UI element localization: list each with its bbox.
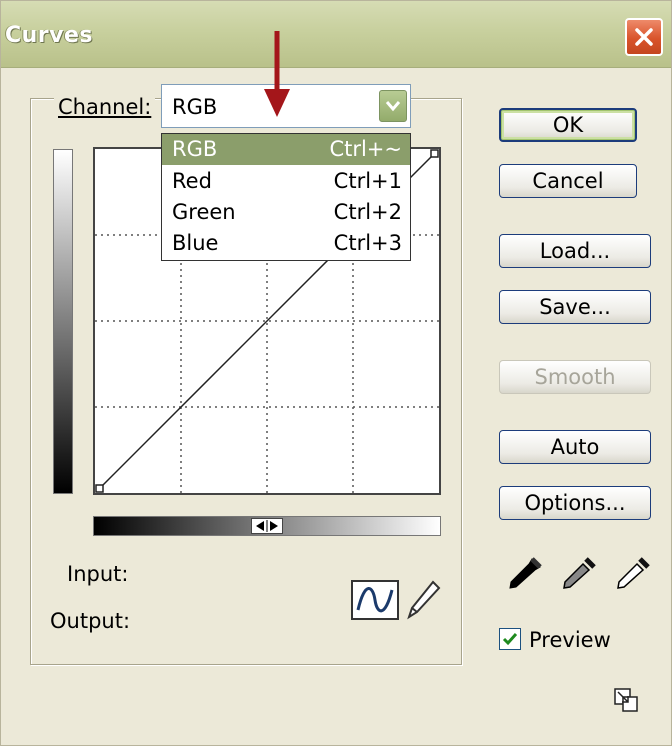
smooth-button-label: Smooth <box>534 365 616 389</box>
smooth-button[interactable]: Smooth <box>499 360 651 394</box>
swap-arrows-icon <box>256 520 278 532</box>
auto-button-label: Auto <box>550 435 600 459</box>
options-button-label: Options... <box>524 491 626 515</box>
preview-label: Preview <box>529 628 611 652</box>
channel-option-label: Blue <box>172 231 219 255</box>
ok-button[interactable]: OK <box>499 108 637 142</box>
black-eyedropper-icon[interactable] <box>504 557 544 591</box>
input-label: Input: <box>67 562 129 586</box>
expand-icon[interactable] <box>614 688 638 712</box>
channel-option-green[interactable]: Green Ctrl+2 <box>162 197 410 228</box>
ok-button-label: OK <box>552 113 584 137</box>
cancel-button[interactable]: Cancel <box>499 164 637 198</box>
channel-option-shortcut: Ctrl+3 <box>333 231 402 255</box>
auto-button[interactable]: Auto <box>499 430 651 464</box>
close-icon <box>635 28 653 46</box>
curve-point-end[interactable] <box>430 149 439 158</box>
channel-option-label: Green <box>172 200 236 224</box>
channel-option-red[interactable]: Red Ctrl+1 <box>162 166 410 197</box>
cancel-button-label: Cancel <box>532 169 604 193</box>
channel-option-shortcut: Ctrl+2 <box>333 200 402 224</box>
chevron-down-icon <box>385 101 401 112</box>
save-button-label: Save... <box>539 295 611 319</box>
preview-checkbox[interactable] <box>499 628 521 650</box>
save-button[interactable]: Save... <box>499 290 651 324</box>
curves-dialog: Curves Channel: RGB RGB Ctrl+~ Red Ctrl+… <box>0 0 672 746</box>
curve-tool-button[interactable] <box>351 580 399 620</box>
red-arrow <box>264 31 290 117</box>
gradient-toggle[interactable] <box>251 518 283 534</box>
curve-icon <box>356 587 394 613</box>
load-button[interactable]: Load... <box>499 234 651 268</box>
options-button[interactable]: Options... <box>499 486 651 520</box>
gray-eyedropper-icon[interactable] <box>558 557 598 591</box>
channel-option-label: Red <box>172 169 212 193</box>
load-button-label: Load... <box>539 239 611 263</box>
title-bar[interactable]: Curves <box>1 1 671 68</box>
channel-dropdown-list: RGB Ctrl+~ Red Ctrl+1 Green Ctrl+2 Blue … <box>161 133 411 261</box>
channel-option-rgb[interactable]: RGB Ctrl+~ <box>162 134 410 165</box>
white-eyedropper-icon[interactable] <box>612 557 652 591</box>
pencil-icon[interactable] <box>406 579 442 621</box>
channel-label-text: Channel: <box>58 95 152 119</box>
checkmark-icon <box>502 633 518 646</box>
channel-option-blue[interactable]: Blue Ctrl+3 <box>162 228 410 259</box>
channel-label: Channel: <box>54 95 156 119</box>
output-label: Output: <box>50 609 131 633</box>
window-title: Curves <box>5 23 94 48</box>
channel-option-shortcut: Ctrl+1 <box>333 169 402 193</box>
output-gradient-bar <box>53 149 73 494</box>
channel-option-shortcut: Ctrl+~ <box>329 137 402 161</box>
curve-point-start[interactable] <box>95 484 104 493</box>
close-button[interactable] <box>625 18 663 56</box>
channel-select-value: RGB <box>172 95 218 119</box>
channel-select-button[interactable] <box>379 90 407 122</box>
channel-option-label: RGB <box>172 137 218 161</box>
